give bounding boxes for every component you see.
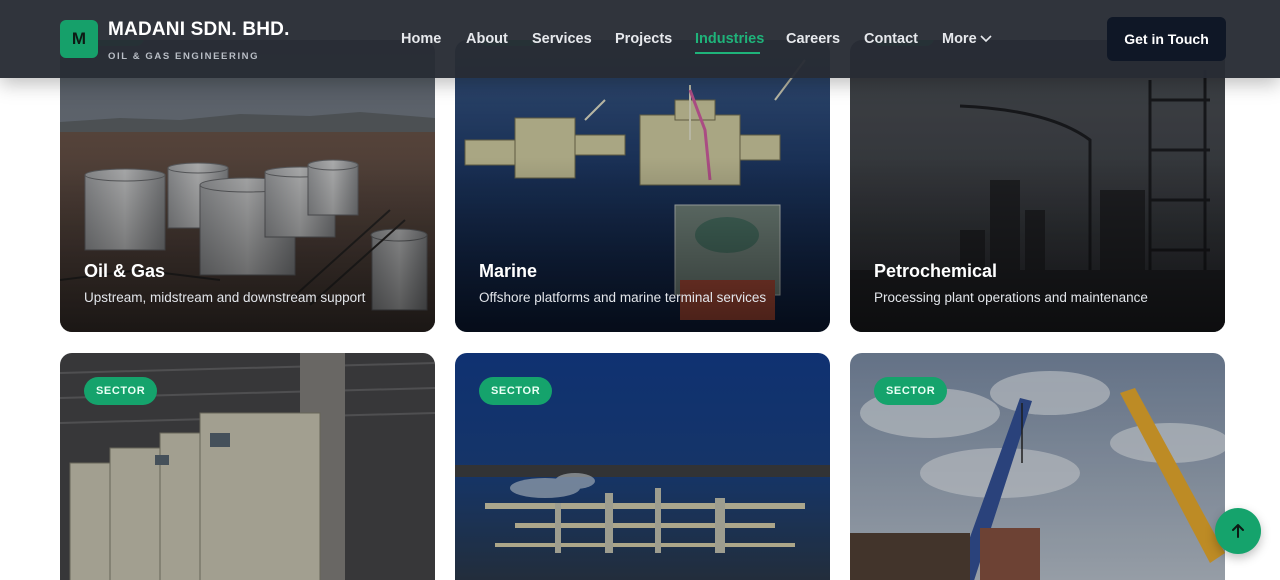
brand-tagline: OIL & GAS ENGINEERING <box>108 51 260 62</box>
nav-industries[interactable]: Industries <box>695 31 764 47</box>
logo-icon[interactable]: M <box>60 20 98 58</box>
scroll-to-top-button[interactable] <box>1215 508 1261 554</box>
page: Oil & Gas Upstream, midstream and downst… <box>0 0 1280 580</box>
nav-more[interactable]: More <box>942 31 993 47</box>
card-title: Petrochemical <box>874 261 998 281</box>
industry-card-oil-gas[interactable]: Oil & Gas Upstream, midstream and downst… <box>60 40 435 332</box>
card-description: Processing plant operations and maintena… <box>874 290 1148 305</box>
sector-badge: SECTOR <box>874 377 948 405</box>
nav-services[interactable]: Services <box>532 31 592 47</box>
card-description: Upstream, midstream and downstream suppo… <box>84 290 366 305</box>
nav-careers[interactable]: Careers <box>786 31 840 47</box>
nav-home[interactable]: Home <box>401 31 441 47</box>
sector-badge: SECTOR <box>479 377 553 405</box>
nav-projects[interactable]: Projects <box>615 31 672 47</box>
card-overlay <box>60 156 435 332</box>
get-in-touch-button[interactable]: Get in Touch <box>1107 17 1226 61</box>
industry-card-marine[interactable]: Marine Offshore platforms and marine ter… <box>455 40 830 332</box>
card-description: Offshore platforms and marine terminal s… <box>479 290 767 305</box>
card-overlay <box>455 156 830 332</box>
industry-card-refinery[interactable]: SECTOR <box>455 353 830 580</box>
brand-name[interactable]: MADANI SDN. BHD. <box>108 19 290 41</box>
sector-badge: SECTOR <box>84 377 158 405</box>
industry-card-petrochemical[interactable]: Petrochemical Processing plant operation… <box>850 40 1225 332</box>
top-navbar: M MADANI SDN. BHD. OIL & GAS ENGINEERING… <box>0 0 1280 78</box>
industry-card-construction[interactable]: SECTOR <box>850 353 1225 580</box>
nav-about[interactable]: About <box>466 31 508 47</box>
nav-more-label: More <box>942 31 977 47</box>
arrow-up-icon <box>1232 524 1244 538</box>
nav-contact[interactable]: Contact <box>864 31 918 47</box>
card-overlay <box>850 156 1225 332</box>
card-title: Marine <box>479 261 538 281</box>
industry-card-manufacturing[interactable]: SECTOR <box>60 353 435 580</box>
active-nav-indicator <box>695 52 760 54</box>
chevron-down-icon <box>980 35 992 43</box>
card-title: Oil & Gas <box>84 261 166 281</box>
